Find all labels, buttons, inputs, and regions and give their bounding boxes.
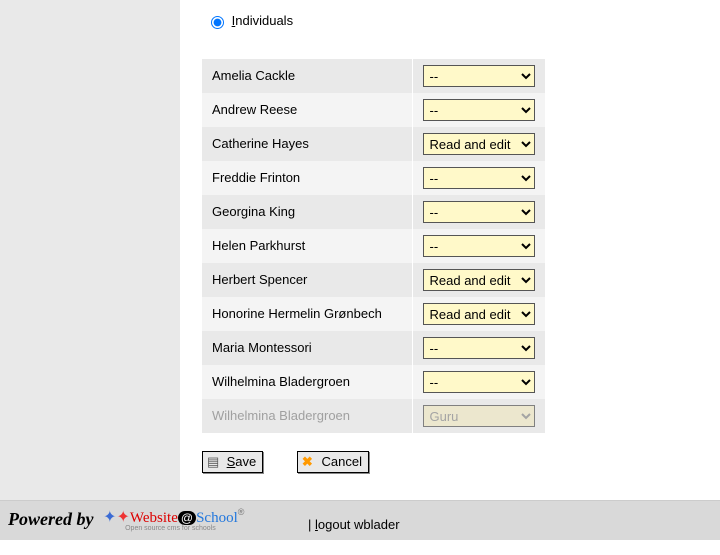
role-select[interactable]: --Read and editGuru — [423, 371, 535, 393]
role-select[interactable]: --Read and editGuru — [423, 235, 535, 257]
logo: ✦✦Website@School® Open source cms for sc… — [103, 507, 244, 532]
user-name-cell: Herbert Spencer — [202, 263, 412, 297]
user-role-cell: --Read and editGuru — [412, 399, 545, 433]
user-role-cell: --Read and editGuru — [412, 195, 545, 229]
user-name-cell: Georgina King — [202, 195, 412, 229]
user-role-cell: --Read and editGuru — [412, 229, 545, 263]
scope-radio-row: Individuals — [206, 12, 708, 29]
user-name-cell: Helen Parkhurst — [202, 229, 412, 263]
user-name-cell: Andrew Reese — [202, 93, 412, 127]
user-role-cell: --Read and editGuru — [412, 365, 545, 399]
sidebar — [0, 0, 180, 500]
role-select[interactable]: --Read and editGuru — [423, 167, 535, 189]
content: Individuals Amelia Cackle --Read and edit… — [180, 0, 720, 500]
table-row: Honorine Hermelin Grønbech --Read and edi… — [202, 297, 545, 331]
user-name-cell: Freddie Frinton — [202, 161, 412, 195]
table-row: Helen Parkhurst --Read and editGuru — [202, 229, 545, 263]
user-role-cell: --Read and editGuru — [412, 59, 545, 93]
table-row: Freddie Frinton --Read and editGuru — [202, 161, 545, 195]
table-row: Catherine Hayes --Read and editGuru — [202, 127, 545, 161]
role-select[interactable]: --Read and editGuru — [423, 133, 535, 155]
user-name-cell: Amelia Cackle — [202, 59, 412, 93]
user-role-cell: --Read and editGuru — [412, 297, 545, 331]
user-name-cell: Wilhelmina Bladergroen — [202, 365, 412, 399]
save-button[interactable]: ▤ Save — [202, 451, 263, 474]
user-name-cell: Maria Montessori — [202, 331, 412, 365]
role-select[interactable]: --Read and editGuru — [423, 65, 535, 87]
role-select[interactable]: --Read and editGuru — [423, 269, 535, 291]
individuals-radio[interactable] — [211, 16, 224, 29]
role-select[interactable]: --Read and editGuru — [423, 201, 535, 223]
individuals-label: Individuals — [232, 13, 293, 28]
user-name-cell: Honorine Hermelin Grønbech — [202, 297, 412, 331]
role-select: --Read and editGuru — [423, 405, 535, 427]
users-table: Amelia Cackle--Read and editGuruAndrew R… — [202, 59, 545, 433]
document-icon: ▤ — [207, 454, 221, 470]
user-name-cell: Wilhelmina Bladergroen — [202, 399, 412, 433]
cancel-button[interactable]: ✖ Cancel — [297, 451, 369, 474]
puzzle-icon-2: ✦ — [117, 509, 130, 526]
role-select[interactable]: --Read and editGuru — [423, 303, 535, 325]
buttons-row: ▤ Save ✖ Cancel — [202, 451, 708, 474]
user-role-cell: --Read and editGuru — [412, 127, 545, 161]
table-row: Andrew Reese --Read and editGuru — [202, 93, 545, 127]
powered-by-label: Powered by — [8, 509, 93, 530]
table-row: Maria Montessori --Read and editGuru — [202, 331, 545, 365]
role-select[interactable]: --Read and editGuru — [423, 99, 535, 121]
table-row: Wilhelmina Bladergroen --Read and editGur… — [202, 399, 545, 433]
table-row: Wilhelmina Bladergroen --Read and editGur… — [202, 365, 545, 399]
table-row: Amelia Cackle --Read and editGuru — [202, 59, 545, 93]
footer: Powered by ✦✦Website@School® Open source… — [0, 500, 720, 540]
table-row: Herbert Spencer --Read and editGuru — [202, 263, 545, 297]
user-name-cell: Catherine Hayes — [202, 127, 412, 161]
user-role-cell: --Read and editGuru — [412, 263, 545, 297]
puzzle-icon: ✦ — [103, 509, 116, 526]
user-role-cell: --Read and editGuru — [412, 161, 545, 195]
cancel-icon: ✖ — [302, 454, 316, 470]
footer-links: | logout wblader — [308, 517, 400, 532]
table-row: Georgina King --Read and editGuru — [202, 195, 545, 229]
logout-link[interactable]: logout wblader — [315, 517, 400, 532]
user-role-cell: --Read and editGuru — [412, 93, 545, 127]
user-role-cell: --Read and editGuru — [412, 331, 545, 365]
role-select[interactable]: --Read and editGuru — [423, 337, 535, 359]
